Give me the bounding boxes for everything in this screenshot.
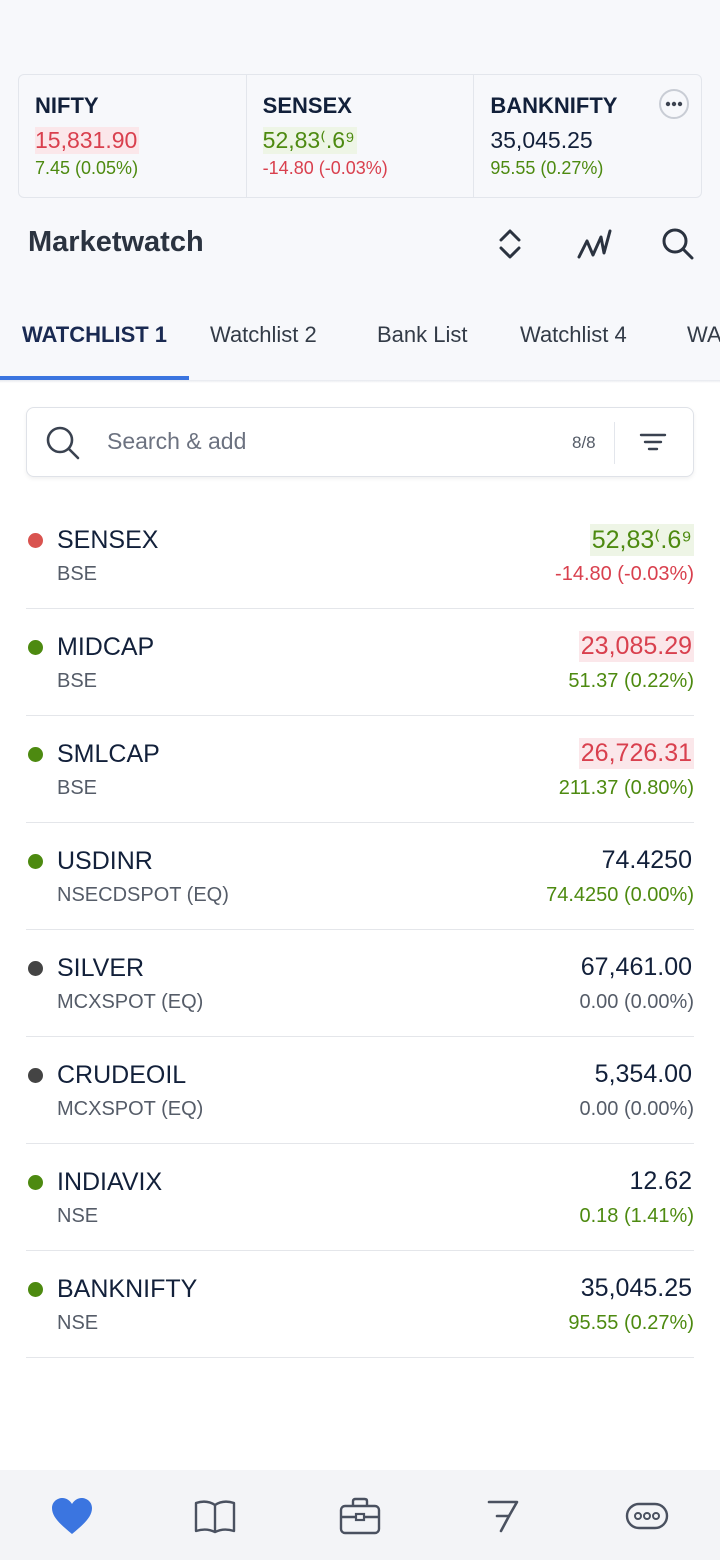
ticker-value: 35,045.25 xyxy=(490,127,593,153)
symbol: SENSEX xyxy=(57,526,159,554)
ticker-name: NIFTY xyxy=(35,93,99,118)
last-price: 35,045.25 xyxy=(580,1274,692,1302)
price-change: 0.18 (1.41%) xyxy=(579,1205,694,1227)
tabs-divider xyxy=(0,380,720,383)
list-item[interactable]: SMLCAP BSE 26,726.31 211.37 (0.80%) xyxy=(26,716,694,823)
exchange: NSECDSPOT (EQ) xyxy=(57,884,229,906)
ticker-nifty[interactable]: NIFTY 15,831.90 7.45 (0.05%) xyxy=(19,75,246,197)
ticker-more-button[interactable] xyxy=(659,89,690,119)
exchange: NSE xyxy=(57,1312,99,1334)
ticker-value: 52,83⁽.6⁹ xyxy=(262,127,357,154)
list-item[interactable]: SILVER MCXSPOT (EQ) 67,461.00 0.00 (0.00… xyxy=(26,930,694,1037)
last-price: 52,83⁽.6⁹ xyxy=(589,524,694,556)
status-dot xyxy=(28,1175,43,1190)
ticker-change: -14.80 (-0.03%) xyxy=(262,158,388,178)
sort-icon xyxy=(499,229,521,259)
exchange: MCXSPOT (EQ) xyxy=(57,991,204,1013)
search-button[interactable] xyxy=(658,224,698,264)
ticker-name: SENSEX xyxy=(262,93,352,118)
tab-watchlist-4[interactable]: Watchlist 4 xyxy=(520,322,627,348)
nav-watchlist[interactable] xyxy=(46,1490,98,1542)
status-dot xyxy=(28,854,43,869)
list-item[interactable]: CRUDEOIL MCXSPOT (EQ) 5,354.00 0.00 (0.0… xyxy=(26,1037,694,1144)
price-change: 0.00 (0.00%) xyxy=(579,991,694,1013)
status-dot xyxy=(28,1282,43,1297)
watchlist-tabs: WATCHLIST 1 Watchlist 2 Bank List Watchl… xyxy=(0,312,720,382)
list-item[interactable]: MIDCAP BSE 23,085.29 51.37 (0.22%) xyxy=(26,609,694,716)
tab-watchlist-5[interactable]: WA xyxy=(687,322,720,348)
exchange: BSE xyxy=(57,563,98,585)
status-dot xyxy=(28,640,43,655)
ticker-change: 7.45 (0.05%) xyxy=(35,158,139,178)
symbol: INDIAVIX xyxy=(57,1168,163,1196)
last-price: 23,085.29 xyxy=(578,631,694,662)
list-item[interactable]: USDINR NSECDSPOT (EQ) 74.4250 74.4250 (0… xyxy=(26,823,694,930)
watchlist-count: 8/8 xyxy=(572,433,596,452)
symbol: CRUDEOIL xyxy=(57,1061,187,1089)
page-title: Marketwatch xyxy=(28,226,204,258)
price-change: -14.80 (-0.03%) xyxy=(555,563,694,585)
status-dot xyxy=(28,533,43,548)
price-change: 0.00 (0.00%) xyxy=(579,1098,694,1120)
symbol: MIDCAP xyxy=(57,633,155,661)
nav-portfolio[interactable] xyxy=(334,1490,386,1542)
tab-watchlist-1[interactable]: WATCHLIST 1 xyxy=(22,322,167,348)
last-price: 67,461.00 xyxy=(580,953,692,981)
ticker-banknifty[interactable]: BANKNIFTY 35,045.25 95.55 (0.27%) xyxy=(473,75,701,197)
bottom-nav xyxy=(0,1470,720,1560)
list-item[interactable]: INDIAVIX NSE 12.62 0.18 (1.41%) xyxy=(26,1144,694,1251)
status-dot xyxy=(28,961,43,976)
exchange: BSE xyxy=(57,670,98,692)
last-price: 74.4250 xyxy=(601,846,692,874)
more-icon xyxy=(625,1502,669,1530)
tab-watchlist-2[interactable]: Watchlist 2 xyxy=(210,322,317,348)
price-change: 74.4250 (0.00%) xyxy=(546,884,694,906)
symbol: BANKNIFTY xyxy=(57,1275,198,1303)
search-bar: 8/8 xyxy=(26,407,694,477)
exchange: BSE xyxy=(57,777,98,799)
search-icon xyxy=(662,228,694,260)
filter-icon[interactable] xyxy=(639,430,667,454)
exchange: NSE xyxy=(57,1205,99,1227)
status-dot xyxy=(28,747,43,762)
price-change: 51.37 (0.22%) xyxy=(568,670,694,692)
list-item[interactable]: SENSEX BSE 52,83⁽.6⁹ -14.80 (-0.03%) xyxy=(26,502,694,609)
search-icon xyxy=(46,426,80,460)
symbol: USDINR xyxy=(57,847,153,875)
ticker-change: 95.55 (0.27%) xyxy=(490,158,604,178)
ticker-sensex[interactable]: SENSEX 52,83⁽.6⁹ -14.80 (-0.03%) xyxy=(245,75,474,197)
search-input[interactable] xyxy=(107,428,547,455)
exchange: MCXSPOT (EQ) xyxy=(57,1098,204,1120)
list-item[interactable]: BANKNIFTY NSE 35,045.25 95.55 (0.27%) xyxy=(26,1251,694,1358)
briefcase-icon xyxy=(339,1497,381,1535)
flag-icon xyxy=(487,1500,519,1533)
symbol: SMLCAP xyxy=(57,740,160,768)
status-dot xyxy=(28,1068,43,1083)
last-price: 12.62 xyxy=(629,1167,692,1195)
watchlist: SENSEX BSE 52,83⁽.6⁹ -14.80 (-0.03%) MID… xyxy=(26,502,694,1358)
chart-button[interactable] xyxy=(574,224,614,264)
nav-more[interactable] xyxy=(621,1490,673,1542)
nav-orders[interactable] xyxy=(189,1490,241,1542)
nav-bids[interactable] xyxy=(477,1490,529,1542)
tab-bank-list[interactable]: Bank List xyxy=(377,322,468,348)
price-change: 211.37 (0.80%) xyxy=(558,777,694,799)
chart-icon xyxy=(577,229,612,259)
symbol: SILVER xyxy=(57,954,145,982)
search-divider xyxy=(614,422,615,464)
last-price: 5,354.00 xyxy=(594,1060,692,1088)
last-price: 26,726.31 xyxy=(578,738,694,769)
index-ticker: NIFTY 15,831.90 7.45 (0.05%) SENSEX 52,8… xyxy=(18,74,702,198)
ellipsis-icon xyxy=(665,101,683,107)
book-icon xyxy=(194,1500,236,1534)
price-change: 95.55 (0.27%) xyxy=(568,1312,694,1334)
heart-icon xyxy=(52,1498,92,1534)
ticker-value: 15,831.90 xyxy=(35,127,140,154)
sort-button[interactable] xyxy=(490,224,530,264)
